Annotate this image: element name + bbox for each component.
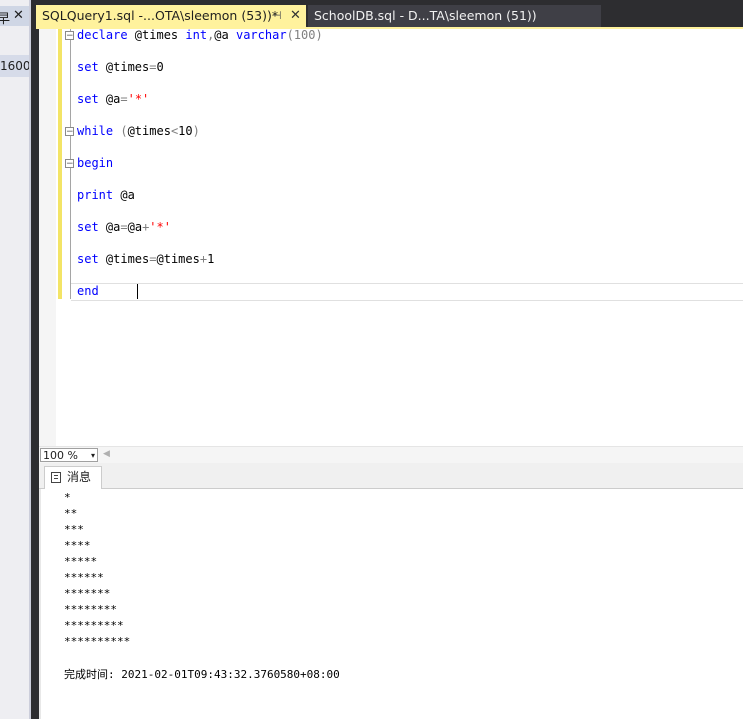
tab-label: SchoolDB.sql - D...TA\sleemon (51)) xyxy=(314,8,537,23)
editor-selection-margin xyxy=(39,29,56,446)
code-line[interactable]: declare @times int,@a varchar(100) xyxy=(77,27,323,43)
message-line: ******** xyxy=(64,603,117,616)
code-token: @times xyxy=(98,60,150,74)
code-token: = xyxy=(120,220,128,234)
code-token: while xyxy=(77,124,114,138)
code-line[interactable]: set @a='*' xyxy=(77,91,149,107)
collapse-icon[interactable]: − xyxy=(65,31,74,41)
code-token: 10 xyxy=(178,124,193,138)
code-token: @times xyxy=(156,252,200,266)
code-token: set xyxy=(77,60,99,74)
dock-header: 早 ✕ xyxy=(0,6,30,27)
code-token: declare xyxy=(77,28,128,42)
code-token: '*' xyxy=(127,92,150,106)
code-token: = xyxy=(149,252,157,266)
code-token: = xyxy=(149,60,157,74)
zoom-value: 100 % xyxy=(43,449,78,462)
code-token: @times xyxy=(98,252,150,266)
code-token: @a xyxy=(214,28,236,42)
message-line: *** xyxy=(64,523,84,536)
code-token: @times xyxy=(127,124,171,138)
document-tab-strip: SQLQuery1.sql -...OTA\sleemon (53))* ⊣ ✕… xyxy=(34,0,743,27)
code-token: (100) xyxy=(286,28,323,42)
code-token: @a xyxy=(127,220,143,234)
tab-messages[interactable]: 消息 xyxy=(44,466,102,489)
message-line: * xyxy=(64,491,71,504)
query-editor[interactable]: declare @times int,@a varchar(100) set @t… xyxy=(39,27,743,446)
code-token: varchar xyxy=(235,28,287,42)
close-tab-icon[interactable]: ✕ xyxy=(290,5,301,27)
scroll-left-icon[interactable]: ◀ xyxy=(103,449,110,459)
tab-sqlquery1[interactable]: SQLQuery1.sql -...OTA\sleemon (53))* ⊣ ✕ xyxy=(36,5,306,27)
splitter[interactable] xyxy=(31,0,39,719)
code-token: = xyxy=(120,92,128,106)
message-line: ***** xyxy=(64,555,98,568)
code-token: 1 xyxy=(207,252,215,266)
text-caret xyxy=(137,284,138,299)
dock-close-icon[interactable]: ✕ xyxy=(13,8,24,23)
completion-time: 完成时间: 2021-02-01T09:43:32.3760580+08:00 xyxy=(64,668,340,681)
pin-icon[interactable]: ⊣ xyxy=(272,5,282,27)
code-token: '*' xyxy=(149,220,171,234)
code-token: @a xyxy=(98,220,121,234)
message-line: ********** xyxy=(64,635,131,648)
change-tracking-bar xyxy=(58,29,62,299)
code-token: 0 xyxy=(156,60,164,74)
dock-header-glyph: 早 xyxy=(0,12,11,27)
zoom-dropdown[interactable]: 100 % ▾ xyxy=(40,448,98,462)
left-dock-panel: 早 ✕ 1600 xyxy=(0,0,31,719)
code-line[interactable]: end xyxy=(77,283,99,299)
tab-messages-label: 消息 xyxy=(67,470,92,484)
code-token: end xyxy=(77,284,99,298)
code-token: set xyxy=(77,92,99,106)
collapse-icon[interactable]: − xyxy=(65,159,74,169)
collapse-icon[interactable]: − xyxy=(65,127,74,137)
code-token: int xyxy=(185,28,208,42)
code-token: print xyxy=(77,188,114,202)
messages-icon xyxy=(51,472,61,483)
results-pane: 消息 * ** *** **** ***** ****** ******* ******** *… xyxy=(39,463,743,719)
code-token: set xyxy=(77,220,99,234)
dock-selected-value[interactable]: 1600 xyxy=(0,55,30,77)
tab-label: SQLQuery1.sql -...OTA\sleemon (53))* xyxy=(42,8,279,23)
message-line: **** xyxy=(64,539,91,552)
tab-schooldb[interactable]: SchoolDB.sql - D...TA\sleemon (51)) xyxy=(308,5,601,27)
code-token: ( xyxy=(113,124,128,138)
message-line: ****** xyxy=(64,571,104,584)
code-token: + xyxy=(199,252,208,266)
code-token: ) xyxy=(192,124,200,138)
message-line: ********* xyxy=(64,619,124,632)
code-line[interactable]: while (@times<10) xyxy=(77,123,200,139)
message-line: ** xyxy=(64,507,78,520)
code-token: @times xyxy=(127,28,186,42)
code-line[interactable]: begin xyxy=(77,155,113,171)
results-tab-strip: 消息 xyxy=(39,463,743,489)
code-line[interactable]: set @times=0 xyxy=(77,59,164,75)
chevron-down-icon: ▾ xyxy=(90,451,95,460)
code-token: @a xyxy=(98,92,121,106)
code-line[interactable]: set @a=@a+'*' xyxy=(77,219,171,235)
code-token: set xyxy=(77,252,99,266)
code-token: @a xyxy=(113,188,135,202)
results-border xyxy=(39,489,41,719)
editor-status-bar: 100 % ▾ ◀ xyxy=(39,446,743,464)
code-line[interactable]: set @times=@times+1 xyxy=(77,251,214,267)
code-token: begin xyxy=(77,156,114,170)
message-line: ******* xyxy=(64,587,111,600)
current-line-highlight xyxy=(71,283,743,301)
code-line[interactable]: print @a xyxy=(77,187,135,203)
